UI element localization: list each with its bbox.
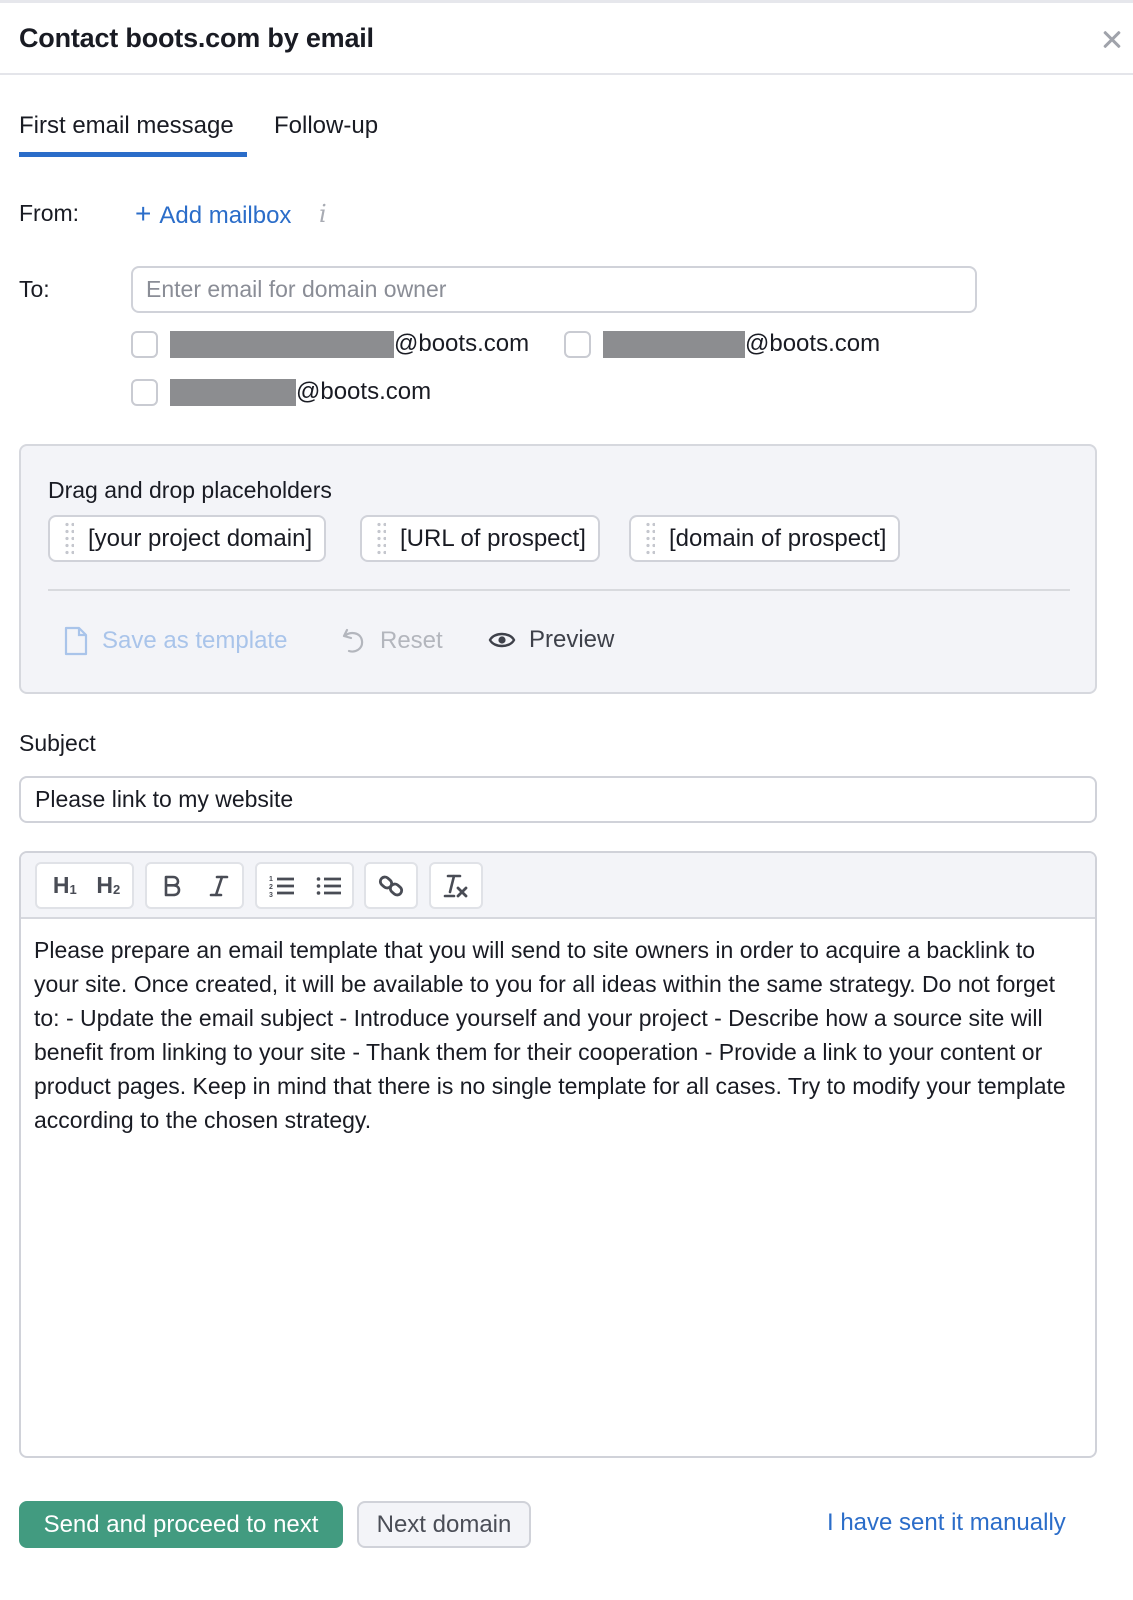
placeholders-title: Drag and drop placeholders: [48, 477, 332, 503]
placeholder-chip[interactable]: [domain of prospect]: [629, 515, 901, 562]
email-body-editor: H1 H2 123 Please prepare an email templa…: [19, 851, 1097, 1458]
placeholder-chip[interactable]: [URL of prospect]: [360, 515, 600, 562]
svg-text:2: 2: [269, 884, 273, 891]
send-and-proceed-button[interactable]: Send and proceed to next: [19, 1501, 343, 1548]
redacted-local-part: [170, 378, 296, 406]
email-suggestion-checkbox[interactable]: [564, 330, 591, 358]
email-suggestion-domain: @boots.com: [394, 330, 530, 357]
placeholders-panel: Drag and drop placeholders [your project…: [19, 444, 1097, 694]
dialog-header: Contact boots.com by email: [0, 3, 1133, 75]
from-label: From:: [19, 200, 80, 226]
email-suggestion-checkbox[interactable]: [131, 330, 158, 358]
italic-icon: [209, 875, 229, 896]
placeholder-chip-label: [your project domain]: [88, 524, 313, 552]
plus-icon: +: [135, 198, 152, 229]
close-icon[interactable]: [1100, 27, 1124, 51]
heading-group: H1 H2: [35, 862, 134, 909]
eye-icon: [488, 632, 516, 648]
format-group: [145, 862, 244, 909]
list-group: 123: [255, 862, 354, 909]
add-mailbox-link[interactable]: + Add mailbox: [135, 198, 291, 230]
heading-1-button[interactable]: H1: [37, 864, 85, 907]
link-button[interactable]: [366, 864, 416, 907]
placeholder-chip-label: [URL of prospect]: [400, 524, 586, 552]
drag-handle-icon[interactable]: [376, 521, 386, 557]
email-suggestion[interactable]: @boots.com: [131, 377, 431, 407]
link-icon: [378, 875, 404, 896]
italic-button[interactable]: [196, 864, 242, 907]
redacted-local-part: [603, 330, 745, 358]
link-group: [364, 862, 418, 909]
clear-format-icon: [443, 874, 468, 897]
subject-label: Subject: [19, 730, 96, 756]
placeholder-chip[interactable]: [your project domain]: [48, 515, 327, 562]
placeholder-chip-label: [domain of prospect]: [669, 524, 887, 552]
save-as-template-button[interactable]: Save as template: [63, 626, 287, 656]
email-suggestion[interactable]: @boots.com: [564, 329, 880, 359]
ordered-list-icon: 123: [269, 876, 294, 898]
subject-input[interactable]: [19, 776, 1097, 823]
to-label: To:: [19, 276, 50, 302]
redacted-local-part: [170, 330, 394, 358]
svg-text:3: 3: [269, 892, 273, 898]
email-suggestion[interactable]: @boots.com: [131, 329, 529, 359]
heading-1-icon: H1: [52, 872, 77, 898]
info-icon[interactable]: i: [319, 200, 327, 228]
preview-label: Preview: [529, 626, 615, 653]
heading-2-icon: H2: [96, 872, 121, 898]
preview-button[interactable]: Preview: [488, 626, 614, 654]
clear-format-button[interactable]: [431, 864, 481, 907]
svg-text:1: 1: [269, 876, 273, 883]
tab-first-email-message[interactable]: First email message: [19, 112, 247, 157]
bold-button[interactable]: [147, 864, 196, 907]
add-mailbox-label: Add mailbox: [159, 202, 292, 229]
tab-follow-up[interactable]: Follow-up: [274, 112, 378, 140]
bullet-list-button[interactable]: [306, 864, 352, 907]
dialog-title: Contact boots.com by email: [19, 23, 374, 53]
panel-divider: [48, 589, 1070, 591]
bold-icon: [164, 875, 181, 896]
editor-toolbar: H1 H2 123: [21, 853, 1095, 919]
next-domain-button[interactable]: Next domain: [357, 1501, 531, 1548]
reset-button[interactable]: Reset: [341, 626, 443, 656]
email-suggestion-checkbox[interactable]: [131, 378, 158, 406]
clear-format-group: [429, 862, 483, 909]
to-email-input[interactable]: [131, 266, 977, 313]
file-icon: [64, 626, 88, 656]
email-suggestion-domain: @boots.com: [296, 378, 432, 405]
ordered-list-button[interactable]: 123: [257, 864, 306, 907]
email-suggestion-domain: @boots.com: [745, 330, 881, 357]
drag-handle-icon[interactable]: [64, 521, 74, 557]
undo-icon: [342, 628, 364, 653]
reset-label: Reset: [380, 627, 443, 654]
sent-manually-link[interactable]: I have sent it manually: [827, 1509, 1066, 1537]
drag-handle-icon[interactable]: [645, 521, 655, 557]
save-as-template-label: Save as template: [102, 627, 288, 654]
email-body-text[interactable]: Please prepare an email template that yo…: [34, 933, 1084, 1137]
heading-2-button[interactable]: H2: [85, 864, 132, 907]
bullet-list-icon: [316, 876, 342, 895]
